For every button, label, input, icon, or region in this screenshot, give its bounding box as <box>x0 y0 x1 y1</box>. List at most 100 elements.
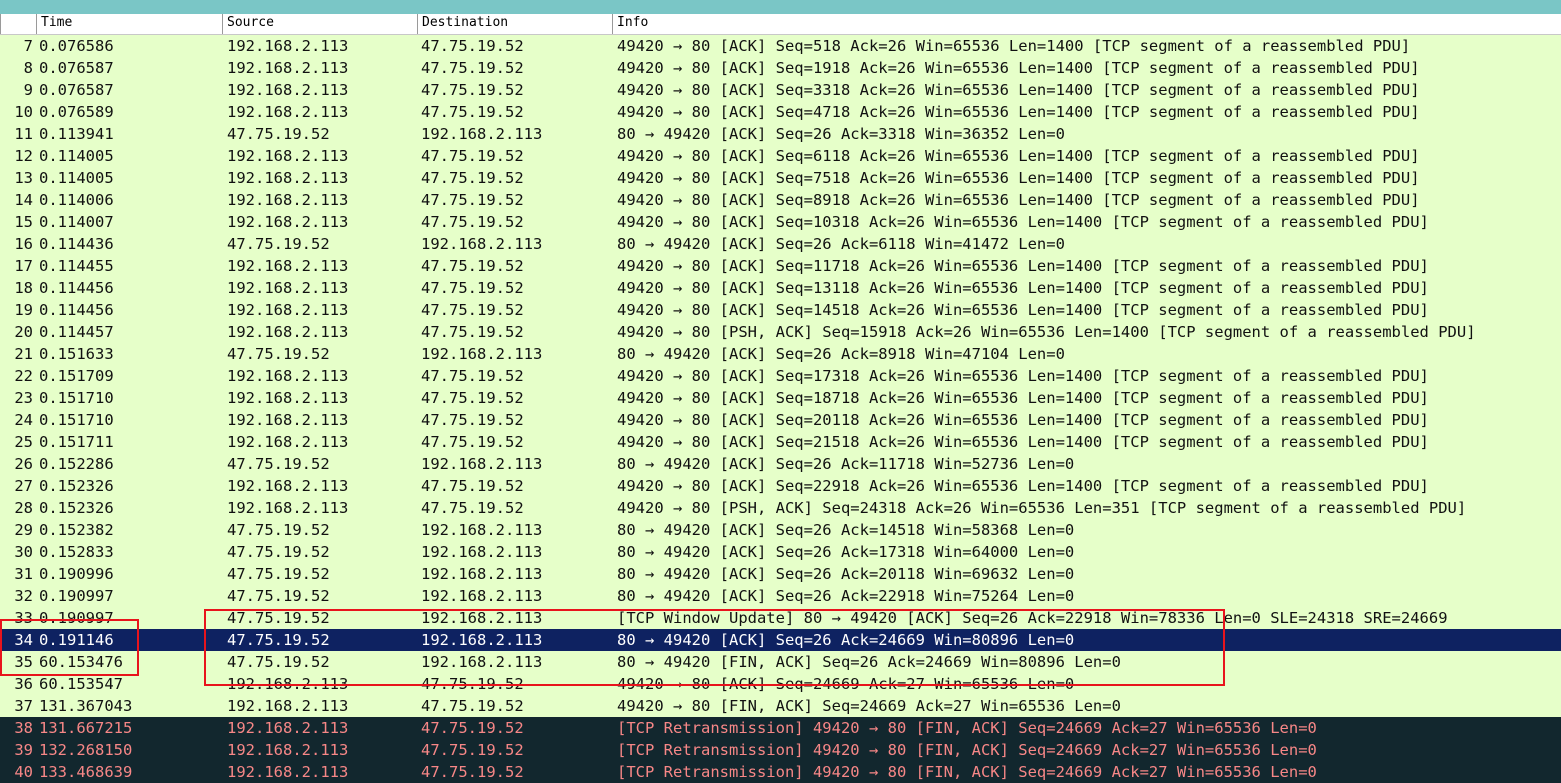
packet-source: 192.168.2.113 <box>227 411 349 429</box>
packet-info: 49420 → 80 [ACK] Seq=8918 Ack=26 Win=655… <box>617 191 1420 209</box>
packet-time: 0.114007 <box>39 213 114 231</box>
packet-row[interactable]: 9 0.076587 192.168.2.113 47.75.19.52 49420 →… <box>0 79 1561 101</box>
packet-number: 16 <box>14 235 33 253</box>
packet-source: 192.168.2.113 <box>227 169 349 187</box>
packet-row[interactable]: 25 0.151711 192.168.2.113 47.75.19.52 49420 … <box>0 431 1561 453</box>
packet-number: 11 <box>14 125 33 143</box>
packet-destination: 47.75.19.52 <box>421 367 524 385</box>
packet-destination: 47.75.19.52 <box>421 499 524 517</box>
packet-destination: 192.168.2.113 <box>421 125 543 143</box>
packet-row[interactable]: 29 0.152382 47.75.19.52 192.168.2.113 80 → 4… <box>0 519 1561 541</box>
packet-time: 0.114456 <box>39 279 114 297</box>
packet-row[interactable]: 10 0.076589 192.168.2.113 47.75.19.52 49420 … <box>0 101 1561 123</box>
packet-number: 8 <box>23 59 33 77</box>
packet-source: 192.168.2.113 <box>227 367 349 385</box>
packet-time: 0.151633 <box>39 345 114 363</box>
packet-number: 28 <box>14 499 33 517</box>
packet-source: 47.75.19.52 <box>227 235 330 253</box>
packet-info: [TCP Retransmission] 49420 → 80 [FIN, AC… <box>617 719 1317 737</box>
packet-time: 131.667215 <box>39 719 133 737</box>
packet-destination: 192.168.2.113 <box>421 587 543 605</box>
packet-info: 49420 → 80 [ACK] Seq=17318 Ack=26 Win=65… <box>617 367 1429 385</box>
packet-time: 0.152833 <box>39 543 114 561</box>
column-header-info[interactable]: Info <box>612 14 1561 34</box>
packet-info: 49420 → 80 [ACK] Seq=21518 Ack=26 Win=65… <box>617 433 1429 451</box>
column-header-destination[interactable]: Destination <box>417 14 612 34</box>
packet-info: 49420 → 80 [PSH, ACK] Seq=24318 Ack=26 W… <box>617 499 1467 517</box>
packet-row[interactable]: 16 0.114436 47.75.19.52 192.168.2.113 80 → 4… <box>0 233 1561 255</box>
packet-time: 0.114457 <box>39 323 114 341</box>
packet-row[interactable]: 18 0.114456 192.168.2.113 47.75.19.52 49420 … <box>0 277 1561 299</box>
packet-source: 192.168.2.113 <box>227 279 349 297</box>
column-header-destination-label: Destination <box>422 15 509 30</box>
packet-number: 21 <box>14 345 33 363</box>
packet-info: 49420 → 80 [ACK] Seq=4718 Ack=26 Win=655… <box>617 103 1420 121</box>
packet-time: 0.152382 <box>39 521 114 539</box>
packet-number: 38 <box>14 719 33 737</box>
packet-number: 35 <box>14 653 33 671</box>
packet-row[interactable]: 11 0.113941 47.75.19.52 192.168.2.113 80 → 4… <box>0 123 1561 145</box>
packet-number: 34 <box>14 631 33 649</box>
packet-row[interactable]: 36 60.153547 192.168.2.113 47.75.19.52 49420… <box>0 673 1561 695</box>
packet-row[interactable]: 19 0.114456 192.168.2.113 47.75.19.52 49420 … <box>0 299 1561 321</box>
packet-row[interactable]: 8 0.076587 192.168.2.113 47.75.19.52 49420 →… <box>0 57 1561 79</box>
packet-row[interactable]: 39 132.268150 192.168.2.113 47.75.19.52 [TCP… <box>0 739 1561 761</box>
packet-time: 0.190997 <box>39 609 114 627</box>
packet-info: 80 → 49420 [ACK] Seq=26 Ack=22918 Win=75… <box>617 587 1075 605</box>
packet-time: 0.151710 <box>39 389 114 407</box>
packet-number: 9 <box>23 81 33 99</box>
packet-destination: 47.75.19.52 <box>421 37 524 55</box>
packet-row[interactable]: 24 0.151710 192.168.2.113 47.75.19.52 49420 … <box>0 409 1561 431</box>
packet-row[interactable]: 32 0.190997 47.75.19.52 192.168.2.113 80 → 4… <box>0 585 1561 607</box>
packet-source: 192.168.2.113 <box>227 37 349 55</box>
packet-number: 32 <box>14 587 33 605</box>
column-header-source[interactable]: Source <box>222 14 417 34</box>
packet-info: 49420 → 80 [ACK] Seq=24669 Ack=27 Win=65… <box>617 675 1075 693</box>
packet-row[interactable]: 17 0.114455 192.168.2.113 47.75.19.52 49420 … <box>0 255 1561 277</box>
packet-row[interactable]: 30 0.152833 47.75.19.52 192.168.2.113 80 → 4… <box>0 541 1561 563</box>
packet-info: 80 → 49420 [ACK] Seq=26 Ack=11718 Win=52… <box>617 455 1075 473</box>
packet-row[interactable]: 12 0.114005 192.168.2.113 47.75.19.52 49420 … <box>0 145 1561 167</box>
packet-time: 0.151711 <box>39 433 114 451</box>
packet-time: 0.190996 <box>39 565 114 583</box>
packet-time: 0.076587 <box>39 81 114 99</box>
packet-destination: 192.168.2.113 <box>421 455 543 473</box>
packet-time: 0.114455 <box>39 257 114 275</box>
packet-info: 80 → 49420 [ACK] Seq=26 Ack=3318 Win=363… <box>617 125 1065 143</box>
packet-row[interactable]: 22 0.151709 192.168.2.113 47.75.19.52 49420 … <box>0 365 1561 387</box>
packet-row[interactable]: 13 0.114005 192.168.2.113 47.75.19.52 49420 … <box>0 167 1561 189</box>
packet-row[interactable]: 23 0.151710 192.168.2.113 47.75.19.52 49420 … <box>0 387 1561 409</box>
packet-row[interactable]: 31 0.190996 47.75.19.52 192.168.2.113 80 → 4… <box>0 563 1561 585</box>
packet-row[interactable]: 21 0.151633 47.75.19.52 192.168.2.113 80 → 4… <box>0 343 1561 365</box>
packet-number: 29 <box>14 521 33 539</box>
packet-row[interactable]: 7 0.076586 192.168.2.113 47.75.19.52 49420 →… <box>0 35 1561 57</box>
packet-row[interactable]: 38 131.667215 192.168.2.113 47.75.19.52 [TCP… <box>0 717 1561 739</box>
packet-row[interactable]: 28 0.152326 192.168.2.113 47.75.19.52 49420 … <box>0 497 1561 519</box>
packet-row[interactable]: 27 0.152326 192.168.2.113 47.75.19.52 49420 … <box>0 475 1561 497</box>
packet-time: 0.114436 <box>39 235 114 253</box>
packet-row[interactable]: 35 60.153476 47.75.19.52 192.168.2.113 80 → … <box>0 651 1561 673</box>
packet-time: 60.153547 <box>39 675 123 693</box>
packet-number: 31 <box>14 565 33 583</box>
packet-row[interactable]: 26 0.152286 47.75.19.52 192.168.2.113 80 → 4… <box>0 453 1561 475</box>
packet-row[interactable]: 14 0.114006 192.168.2.113 47.75.19.52 49420 … <box>0 189 1561 211</box>
column-header-time[interactable]: Time <box>36 14 222 34</box>
packet-row[interactable]: 15 0.114007 192.168.2.113 47.75.19.52 49420 … <box>0 211 1561 233</box>
packet-row[interactable]: 34 0.191146 47.75.19.52 192.168.2.113 80 → 4… <box>0 629 1561 651</box>
packet-number: 30 <box>14 543 33 561</box>
packet-destination: 47.75.19.52 <box>421 675 524 693</box>
packet-destination: 47.75.19.52 <box>421 477 524 495</box>
packet-info: 49420 → 80 [ACK] Seq=18718 Ack=26 Win=65… <box>617 389 1429 407</box>
packet-destination: 47.75.19.52 <box>421 411 524 429</box>
packet-destination: 47.75.19.52 <box>421 279 524 297</box>
packet-row[interactable]: 20 0.114457 192.168.2.113 47.75.19.52 49420 … <box>0 321 1561 343</box>
packet-time: 0.151710 <box>39 411 114 429</box>
packet-row[interactable]: 37 131.367043 192.168.2.113 47.75.19.52 4942… <box>0 695 1561 717</box>
packet-row[interactable]: 33 0.190997 47.75.19.52 192.168.2.113 [TCP W… <box>0 607 1561 629</box>
packet-destination: 192.168.2.113 <box>421 345 543 363</box>
packet-time: 0.152326 <box>39 477 114 495</box>
column-header-no[interactable] <box>0 14 36 34</box>
packet-source: 192.168.2.113 <box>227 477 349 495</box>
packet-time: 0.191146 <box>39 631 114 649</box>
packet-time: 0.076587 <box>39 59 114 77</box>
